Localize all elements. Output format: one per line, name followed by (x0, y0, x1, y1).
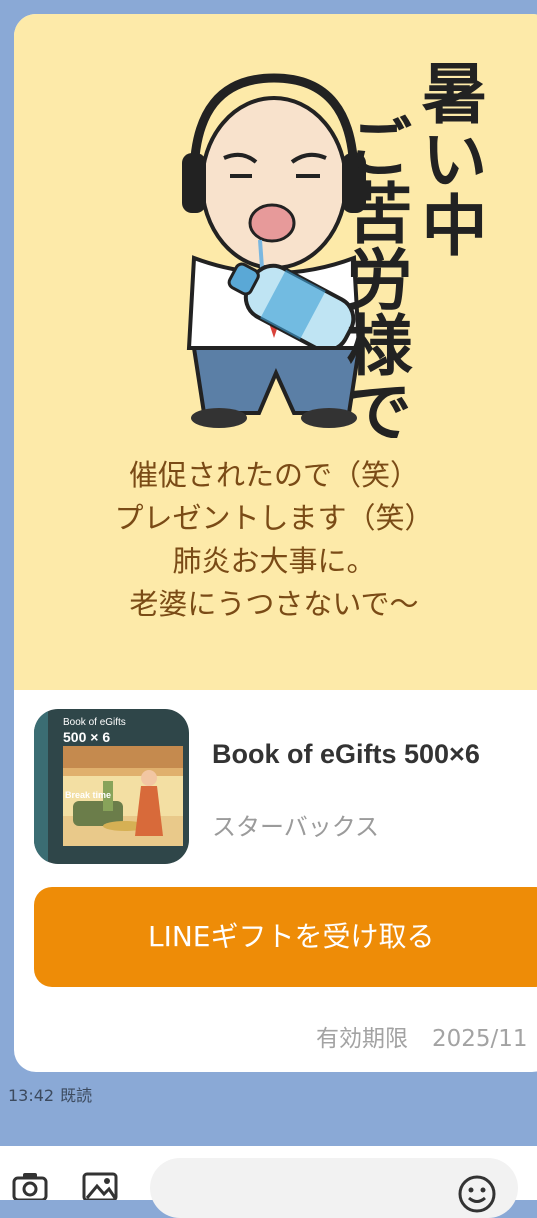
sticker-image: 暑い中 ご苦労様です (182, 59, 488, 438)
message-line: 肺炎お大事に。 (172, 544, 376, 578)
gift-message-card[interactable]: 暑い中 ご苦労様です 催促されたので（笑） プレゼントします（笑） 肺炎お大事に… (14, 14, 537, 1072)
gift-brand: スターバックス (212, 813, 380, 841)
camera-icon[interactable] (12, 1172, 48, 1200)
expiry-date: 2025/11 (432, 1026, 528, 1052)
thumbnail-caption: Break time (65, 790, 111, 800)
expiry-label: 有効期限 (316, 1026, 408, 1052)
emoji-icon[interactable] (457, 1174, 497, 1214)
message-time: 13:42 (8, 1086, 55, 1105)
sticker-caption-line-1: 暑い中 (411, 59, 488, 257)
sticker-area: 暑い中 ご苦労様です 催促されたので（笑） プレゼントします（笑） 肺炎お大事に… (14, 14, 537, 690)
thumbnail-amount: 500 × 6 (63, 729, 111, 745)
message-input-bar (0, 1146, 537, 1218)
read-status: 既読 (60, 1086, 93, 1105)
thumbnail-title: Book of eGifts (63, 717, 126, 728)
thumbnail-stripe (34, 709, 48, 864)
image-icon[interactable] (82, 1172, 118, 1200)
message-line: 老婆にうつさないで〜 (129, 587, 419, 621)
gift-thumbnail[interactable]: Book of eGifts 500 × 6 Break time (34, 709, 189, 864)
thumbnail-illustration: Break time (63, 746, 183, 846)
message-meta: 13:42 既読 (8, 1082, 92, 1106)
gift-item[interactable]: Book of eGifts 500 × 6 Break time Book o… (34, 709, 537, 869)
message-line: プレゼントします（笑） (114, 501, 434, 535)
expiry-info: 有効期限 2025/11 (316, 1019, 537, 1053)
gift-name: Book of eGifts 500×6 (212, 739, 480, 769)
receive-gift-button[interactable]: LINEギフトを受け取る (34, 887, 537, 987)
message-line: 催促されたので（笑） (128, 458, 419, 492)
sticker-caption-line-2: ご苦労様です (336, 113, 413, 438)
gift-message: 催促されたので（笑） プレゼントします（笑） 肺炎お大事に。 老婆にうつさないで… (14, 454, 534, 626)
message-input[interactable] (150, 1158, 518, 1218)
